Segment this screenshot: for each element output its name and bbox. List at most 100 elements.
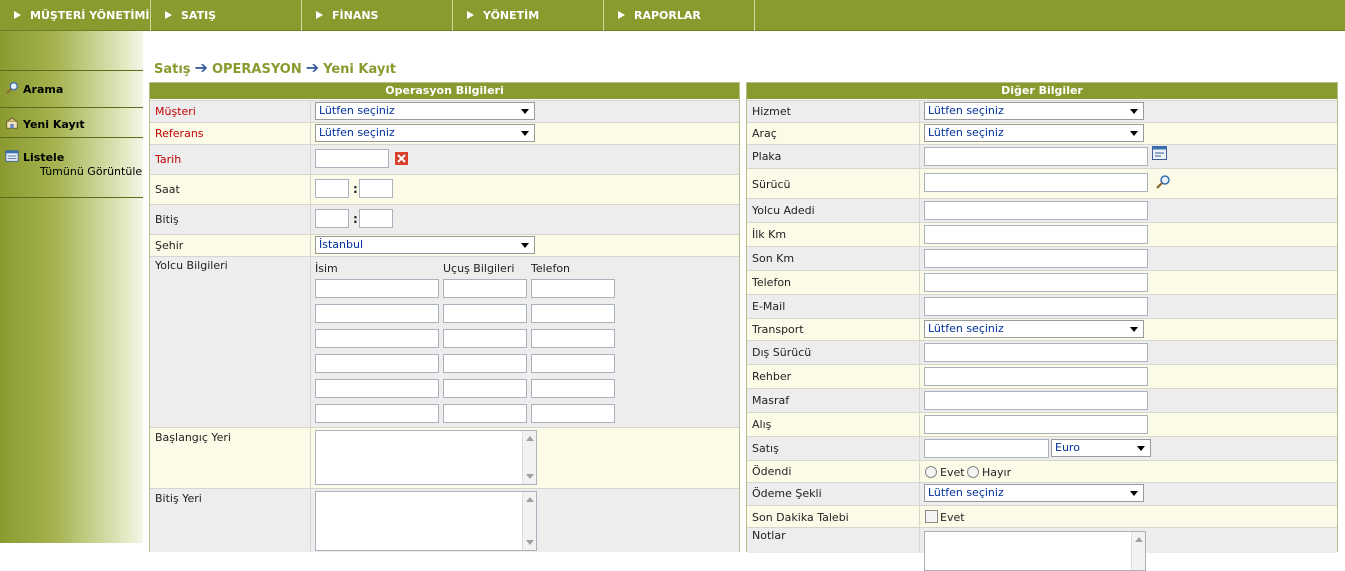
son-dakika-checkbox[interactable] [925, 510, 938, 523]
sehir-select[interactable]: İstanbul [315, 236, 535, 254]
hizmet-select[interactable]: Lütfen seçiniz [924, 102, 1144, 120]
nav-raporlar[interactable]: RAPORLAR [604, 0, 755, 31]
passenger-isim-input[interactable] [315, 404, 439, 423]
passenger-ucus-input[interactable] [443, 329, 527, 348]
currency-select[interactable]: Euro [1051, 439, 1151, 457]
saat-minute-input[interactable] [359, 179, 393, 198]
play-icon [618, 11, 625, 19]
passenger-telefon-input[interactable] [531, 329, 615, 348]
transport-select[interactable]: Lütfen seçiniz [924, 320, 1144, 338]
nav-finans[interactable]: FİNANS [302, 0, 453, 31]
sidebar-item-listele[interactable]: Listele [4, 149, 64, 164]
scroll-up-icon[interactable] [1135, 537, 1143, 542]
form-row-alis: Alış [747, 412, 1337, 436]
passenger-isim-input[interactable] [315, 354, 439, 373]
referans-label: Referans [155, 127, 204, 140]
odeme-sekli-select[interactable]: Lütfen seçiniz [924, 484, 1144, 502]
surucu-input[interactable] [924, 173, 1148, 192]
baslangic-yeri-textarea[interactable] [315, 430, 537, 485]
bitis-minute-input[interactable] [359, 209, 393, 228]
passenger-telefon-input[interactable] [531, 279, 615, 298]
breadcrumb-item[interactable]: OPERASYON [212, 62, 302, 77]
notlar-textarea[interactable] [924, 531, 1146, 571]
scroll-down-icon[interactable] [526, 474, 534, 479]
passenger-ucus-input[interactable] [443, 304, 527, 323]
tarih-input[interactable] [315, 149, 389, 168]
ilk-km-input[interactable] [924, 225, 1148, 244]
list-icon [5, 150, 19, 162]
passenger-ucus-input[interactable] [443, 379, 527, 398]
telefon-input[interactable] [924, 273, 1148, 292]
rehber-input[interactable] [924, 367, 1148, 386]
passenger-telefon-input[interactable] [531, 304, 615, 323]
masraf-input[interactable] [924, 391, 1148, 410]
form-row-bitis-yeri: Bitiş Yeri [150, 488, 739, 552]
scrollbar[interactable] [522, 492, 536, 550]
plaka-input[interactable] [924, 147, 1148, 166]
passenger-telefon-input[interactable] [531, 379, 615, 398]
chevron-down-icon [1130, 109, 1138, 114]
nav-satis[interactable]: SATIŞ [151, 0, 302, 31]
sidebar-item-yeni-kayit[interactable]: Yeni Kayıt [4, 116, 85, 131]
yolcu-adedi-label: Yolcu Adedi [752, 204, 815, 217]
sidebar-label: Arama [23, 83, 64, 96]
passenger-telefon-input[interactable] [531, 354, 615, 373]
nav-label: YÖNETİM [483, 9, 540, 22]
odendi-label: Ödendi [752, 465, 792, 478]
column-separator [310, 100, 311, 551]
sidebar-item-arama[interactable]: Arama [4, 81, 63, 96]
passenger-ucus-input[interactable] [443, 279, 527, 298]
alis-input[interactable] [924, 415, 1148, 434]
passenger-isim-input[interactable] [315, 329, 439, 348]
passenger-isim-input[interactable] [315, 304, 439, 323]
scrollbar[interactable] [1131, 532, 1145, 570]
notlar-label: Notlar [752, 529, 786, 542]
clear-date-icon[interactable] [395, 152, 408, 165]
bitis-yeri-textarea[interactable] [315, 491, 537, 551]
form-row-son-dakika: Son Dakika Talebi Evet [747, 505, 1337, 527]
column-separator [919, 100, 920, 551]
referans-select[interactable]: Lütfen seçiniz [315, 124, 535, 142]
select-value: Lütfen seçiniz [928, 126, 1004, 139]
satis-input[interactable] [924, 439, 1049, 458]
odendi-evet-radio[interactable] [925, 466, 937, 478]
form-row-son-km: Son Km [747, 246, 1337, 270]
satis-label: Satış [752, 442, 779, 455]
breadcrumb-item[interactable]: Satış [154, 62, 191, 77]
play-icon [165, 11, 172, 19]
select-value: Lütfen seçiniz [928, 104, 1004, 117]
musteri-select[interactable]: Lütfen seçiniz [315, 102, 535, 120]
email-input[interactable] [924, 297, 1148, 316]
bitis-hour-input[interactable] [315, 209, 349, 228]
passenger-telefon-input[interactable] [531, 404, 615, 423]
nav-yonetim[interactable]: YÖNETİM [453, 0, 604, 31]
bitis-label: Bitiş [155, 213, 179, 226]
passenger-isim-input[interactable] [315, 279, 439, 298]
passenger-isim-input[interactable] [315, 379, 439, 398]
arac-select[interactable]: Lütfen seçiniz [924, 124, 1144, 142]
passenger-ucus-input[interactable] [443, 354, 527, 373]
chevron-down-icon [1130, 491, 1138, 496]
odendi-hayir-radio[interactable] [967, 466, 979, 478]
passenger-ucus-input[interactable] [443, 404, 527, 423]
son-km-input[interactable] [924, 249, 1148, 268]
scroll-up-icon[interactable] [526, 436, 534, 441]
form-row-masraf: Masraf [747, 388, 1337, 412]
nav-musteri-yonetimi[interactable]: MÜŞTERİ YÖNETİMİ [0, 0, 151, 31]
sidebar-subitem-tumunu-goruntule[interactable]: Tümünü Görüntüle [40, 165, 142, 178]
search-icon[interactable] [1155, 174, 1171, 190]
add-record-icon [6, 117, 18, 129]
time-colon: : [353, 182, 358, 196]
yolcu-adedi-input[interactable] [924, 201, 1148, 220]
chevron-down-icon [1137, 446, 1145, 451]
plate-form-icon[interactable] [1152, 146, 1167, 160]
surucu-label: Sürücü [752, 178, 791, 191]
select-value: Lütfen seçiniz [928, 486, 1004, 499]
scroll-up-icon[interactable] [526, 497, 534, 502]
saat-hour-input[interactable] [315, 179, 349, 198]
sidebar-label: Yeni Kayıt [23, 118, 85, 131]
scrollbar[interactable] [522, 431, 536, 484]
form-row-satis: Satış Euro [747, 436, 1337, 460]
dis-surucu-input[interactable] [924, 343, 1148, 362]
form-row-transport: Transport Lütfen seçiniz [747, 318, 1337, 340]
